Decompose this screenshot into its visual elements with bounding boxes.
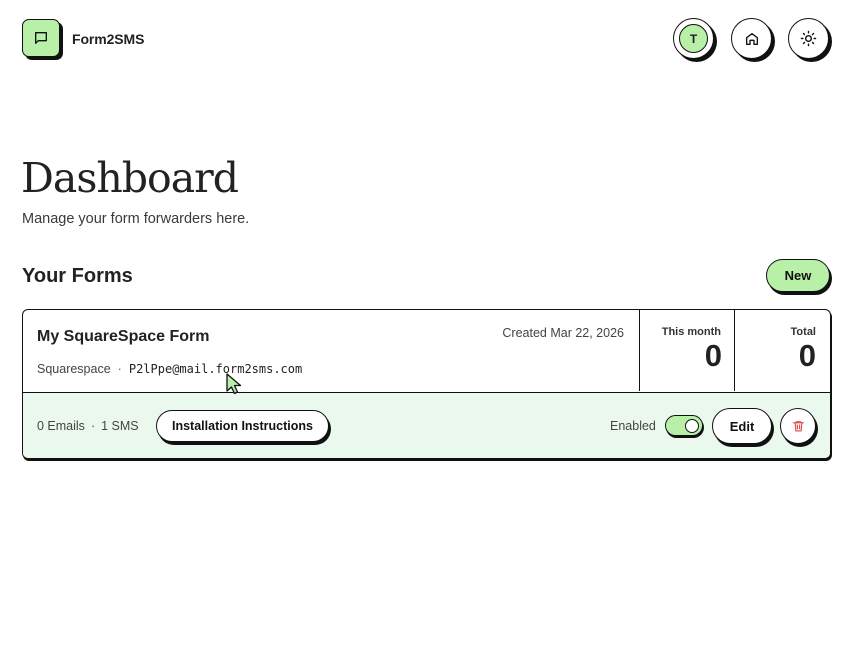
edit-button[interactable]: Edit xyxy=(712,408,772,444)
created-date: Created Mar 22, 2026 xyxy=(502,326,624,340)
home-icon xyxy=(745,32,758,45)
message-square-icon xyxy=(35,31,47,44)
form-platform: Squarespace xyxy=(37,362,111,376)
user-avatar-button[interactable]: T xyxy=(673,18,714,59)
form-card-footer: 0 Emails · 1 SMS Installation Instructions… xyxy=(23,393,830,458)
new-form-button[interactable]: New xyxy=(766,259,830,292)
delete-button[interactable] xyxy=(780,408,816,444)
form-meta: Squarespace · P2lPpe@mail.form2sms.com xyxy=(37,362,302,376)
stat-label: This month xyxy=(661,326,721,338)
form-email[interactable]: P2lPpe@mail.form2sms.com xyxy=(129,362,302,376)
mouse-cursor-icon xyxy=(226,373,242,395)
home-button[interactable] xyxy=(731,18,772,59)
form-name[interactable]: My SquareSpace Form xyxy=(37,328,210,346)
form-card-header: My SquareSpace Form Created Mar 22, 2026… xyxy=(23,310,830,393)
stat-total: Total 0 xyxy=(734,310,830,391)
trash-icon xyxy=(792,421,804,432)
count-separator: · xyxy=(90,419,96,433)
sms-count: 1 SMS xyxy=(101,419,139,433)
page-subtitle: Manage your form forwarders here. xyxy=(22,211,250,227)
section-title: Your Forms xyxy=(22,265,133,287)
meta-separator: · xyxy=(117,362,122,376)
emails-count: 0 Emails xyxy=(37,419,85,433)
stat-this-month: This month 0 xyxy=(639,310,735,391)
installation-instructions-button[interactable]: Installation Instructions xyxy=(156,410,329,442)
toggle-knob xyxy=(685,418,699,433)
stat-value: 0 xyxy=(798,338,816,373)
theme-toggle-button[interactable] xyxy=(788,18,829,59)
brand-name[interactable]: Form2SMS xyxy=(72,31,144,47)
form-card: My SquareSpace Form Created Mar 22, 2026… xyxy=(22,309,831,459)
enabled-label: Enabled xyxy=(610,419,656,433)
message-counts: 0 Emails · 1 SMS xyxy=(37,419,139,433)
stat-value: 0 xyxy=(704,338,722,373)
stat-label: Total xyxy=(790,326,816,338)
logo-button[interactable] xyxy=(22,19,60,57)
page-title: Dashboard xyxy=(21,154,239,202)
avatar-initial: T xyxy=(689,31,698,46)
enabled-toggle[interactable] xyxy=(665,415,703,436)
sun-icon xyxy=(800,30,817,47)
avatar: T xyxy=(679,24,708,53)
